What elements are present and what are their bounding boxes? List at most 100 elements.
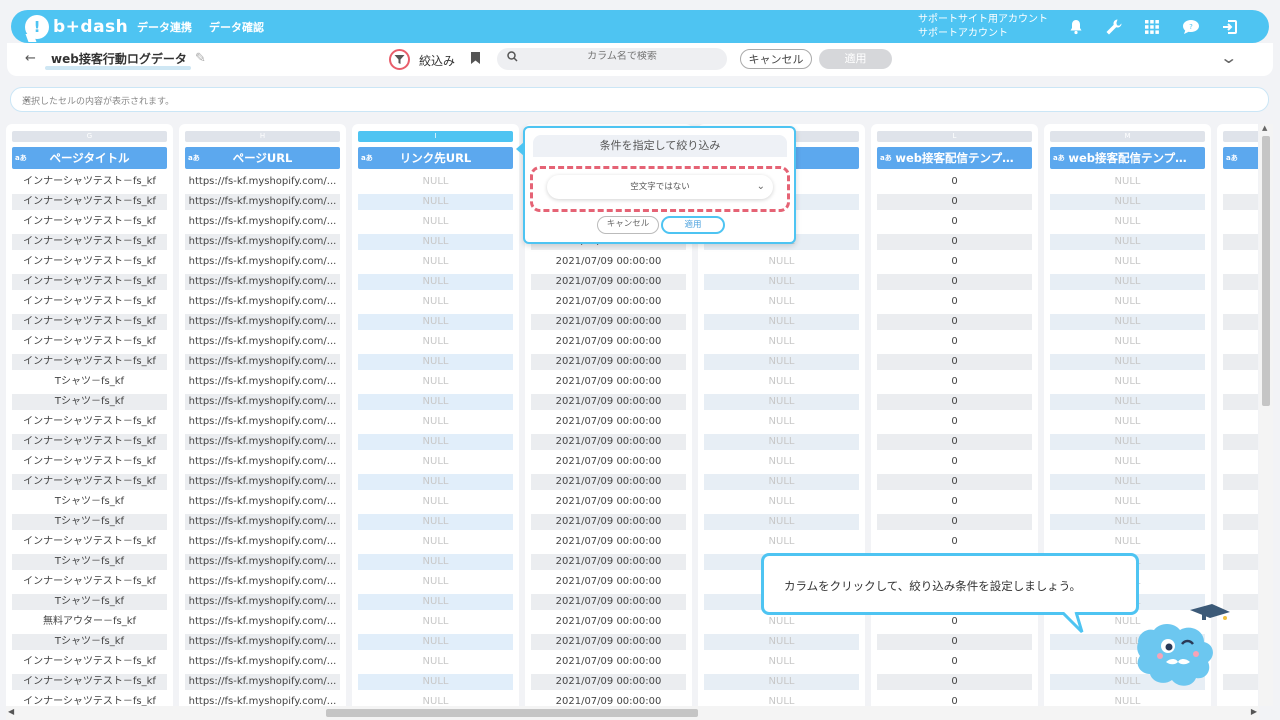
grid-column[interactable]: Haあ ページURL https://fs-kf.myshopify.com/...… bbox=[179, 124, 346, 706]
grid-cell[interactable] bbox=[1223, 494, 1258, 510]
grid-cell[interactable]: NULL bbox=[358, 434, 513, 450]
grid-cell[interactable]: 2021/07/09 00:00:00 bbox=[531, 574, 686, 590]
grid-cell[interactable]: 0 bbox=[877, 354, 1032, 370]
grid-cell[interactable]: https://fs-kf.myshopify.com/... bbox=[185, 694, 340, 706]
grid-cell[interactable]: 0 bbox=[877, 394, 1032, 410]
grid-cell[interactable]: NULL bbox=[358, 534, 513, 550]
grid-cell[interactable]: NULL bbox=[704, 314, 859, 330]
grid-cell[interactable]: NULL bbox=[704, 494, 859, 510]
nav-data-link[interactable]: データ連携 bbox=[137, 19, 192, 35]
grid-cell[interactable]: https://fs-kf.myshopify.com/... bbox=[185, 334, 340, 350]
grid-cell[interactable]: NULL bbox=[704, 474, 859, 490]
expand-chevron-icon[interactable]: ⌄ bbox=[22, 93, 1254, 104]
grid-cell[interactable]: NULL bbox=[1050, 294, 1205, 310]
grid-cell[interactable] bbox=[1223, 434, 1258, 450]
column-search[interactable] bbox=[497, 48, 727, 70]
grid-cell[interactable]: NULL bbox=[1050, 414, 1205, 430]
grid-cell[interactable]: NULL bbox=[704, 454, 859, 470]
grid-cell[interactable]: https://fs-kf.myshopify.com/... bbox=[185, 634, 340, 650]
grid-cell[interactable] bbox=[1223, 534, 1258, 550]
grid-cell[interactable]: https://fs-kf.myshopify.com/... bbox=[185, 314, 340, 330]
grid-cell[interactable] bbox=[1223, 694, 1258, 706]
apply-button[interactable]: 適用 bbox=[819, 49, 892, 69]
grid-cell[interactable]: NULL bbox=[358, 174, 513, 190]
grid-cell[interactable]: NULL bbox=[358, 354, 513, 370]
grid-cell[interactable]: NULL bbox=[358, 514, 513, 530]
grid-cell[interactable]: 2021/07/09 00:00:00 bbox=[531, 474, 686, 490]
grid-cell[interactable]: 2021/07/09 00:00:00 bbox=[531, 614, 686, 630]
grid-cell[interactable]: https://fs-kf.myshopify.com/... bbox=[185, 254, 340, 270]
grid-cell[interactable]: NULL bbox=[704, 374, 859, 390]
column-letter[interactable]: G bbox=[12, 131, 167, 142]
grid-cell[interactable]: 2021/07/09 00:00:00 bbox=[531, 314, 686, 330]
grid-cell[interactable]: https://fs-kf.myshopify.com/... bbox=[185, 274, 340, 290]
bell-icon[interactable] bbox=[1065, 16, 1087, 38]
grid-cell[interactable]: https://fs-kf.myshopify.com/... bbox=[185, 294, 340, 310]
grid-cell[interactable]: 2021/07/09 00:00:00 bbox=[531, 274, 686, 290]
grid-cell[interactable] bbox=[1223, 474, 1258, 490]
grid-cell[interactable]: https://fs-kf.myshopify.com/... bbox=[185, 194, 340, 210]
grid-cell[interactable]: NULL bbox=[358, 194, 513, 210]
grid-cell[interactable]: NULL bbox=[358, 634, 513, 650]
grid-cell[interactable]: https://fs-kf.myshopify.com/... bbox=[185, 514, 340, 530]
mascot-character-icon[interactable] bbox=[1130, 596, 1230, 688]
chat-help-icon[interactable]: ? bbox=[1180, 16, 1202, 38]
grid-cell[interactable]: NULL bbox=[1050, 174, 1205, 190]
grid-cell[interactable]: NULL bbox=[358, 374, 513, 390]
grid-cell[interactable]: 0 bbox=[877, 674, 1032, 690]
grid-cell[interactable]: NULL bbox=[358, 554, 513, 570]
column-letter[interactable]: L bbox=[877, 131, 1032, 142]
grid-cell[interactable] bbox=[1223, 294, 1258, 310]
grid-cell[interactable]: NULL bbox=[1050, 314, 1205, 330]
popup-apply-button[interactable]: 適用 bbox=[661, 216, 725, 234]
grid-cell[interactable] bbox=[1223, 454, 1258, 470]
grid-cell[interactable]: 0 bbox=[877, 634, 1032, 650]
column-header[interactable]: aあ リンク先URL bbox=[358, 147, 513, 169]
grid-cell[interactable]: 0 bbox=[877, 654, 1032, 670]
grid-cell[interactable]: https://fs-kf.myshopify.com/... bbox=[185, 534, 340, 550]
bookmark-icon[interactable] bbox=[470, 51, 481, 69]
grid-cell[interactable]: https://fs-kf.myshopify.com/... bbox=[185, 494, 340, 510]
grid-cell[interactable]: インナーシャツテスト－fs_kf bbox=[12, 434, 167, 450]
grid-cell[interactable]: インナーシャツテスト－fs_kf bbox=[12, 274, 167, 290]
grid-cell[interactable]: NULL bbox=[1050, 694, 1205, 706]
grid-cell[interactable]: https://fs-kf.myshopify.com/... bbox=[185, 654, 340, 670]
grid-cell[interactable]: NULL bbox=[1050, 354, 1205, 370]
grid-cell[interactable] bbox=[1223, 214, 1258, 230]
grid-cell[interactable]: インナーシャツテスト－fs_kf bbox=[12, 574, 167, 590]
grid-cell[interactable]: 2021/07/09 00:00:00 bbox=[531, 594, 686, 610]
grid-cell[interactable]: https://fs-kf.myshopify.com/... bbox=[185, 414, 340, 430]
grid-cell[interactable]: Tシャツ－fs_kf bbox=[12, 514, 167, 530]
grid-cell[interactable]: インナーシャツテスト－fs_kf bbox=[12, 174, 167, 190]
grid-cell[interactable]: https://fs-kf.myshopify.com/... bbox=[185, 374, 340, 390]
grid-cell[interactable]: NULL bbox=[358, 314, 513, 330]
grid-cell[interactable]: NULL bbox=[704, 354, 859, 370]
grid-cell[interactable]: インナーシャツテスト－fs_kf bbox=[12, 414, 167, 430]
grid-cell[interactable]: https://fs-kf.myshopify.com/... bbox=[185, 554, 340, 570]
grid-cell[interactable]: 2021/07/09 00:00:00 bbox=[531, 254, 686, 270]
grid-cell[interactable]: 2021/07/09 00:00:00 bbox=[531, 634, 686, 650]
condition-select[interactable]: 空文字ではない ⌄ bbox=[547, 175, 773, 199]
grid-cell[interactable]: NULL bbox=[704, 614, 859, 630]
vertical-scrollbar[interactable]: ▲ bbox=[1259, 124, 1273, 706]
scroll-left-icon[interactable]: ◀ bbox=[8, 707, 14, 716]
grid-cell[interactable]: 0 bbox=[877, 454, 1032, 470]
grid-cell[interactable]: 0 bbox=[877, 374, 1032, 390]
grid-cell[interactable]: 無料アウター－fs_kf bbox=[12, 614, 167, 630]
grid-cell[interactable] bbox=[1223, 334, 1258, 350]
grid-cell[interactable]: インナーシャツテスト－fs_kf bbox=[12, 534, 167, 550]
grid-cell[interactable]: NULL bbox=[358, 474, 513, 490]
grid-cell[interactable]: 0 bbox=[877, 294, 1032, 310]
grid-cell[interactable]: 2021/07/09 00:00:00 bbox=[531, 454, 686, 470]
grid-cell[interactable]: 0 bbox=[877, 314, 1032, 330]
grid-cell[interactable]: NULL bbox=[1050, 274, 1205, 290]
scroll-right-icon[interactable]: ▶ bbox=[1251, 707, 1257, 716]
grid-cell[interactable] bbox=[1223, 394, 1258, 410]
grid-cell[interactable]: NULL bbox=[1050, 234, 1205, 250]
chevron-down-icon[interactable]: ⌄ bbox=[1219, 48, 1238, 67]
grid-cell[interactable]: NULL bbox=[1050, 494, 1205, 510]
grid-cell[interactable]: NULL bbox=[358, 654, 513, 670]
grid-cell[interactable]: NULL bbox=[358, 274, 513, 290]
grid-cell[interactable] bbox=[1223, 314, 1258, 330]
grid-cell[interactable]: NULL bbox=[358, 394, 513, 410]
